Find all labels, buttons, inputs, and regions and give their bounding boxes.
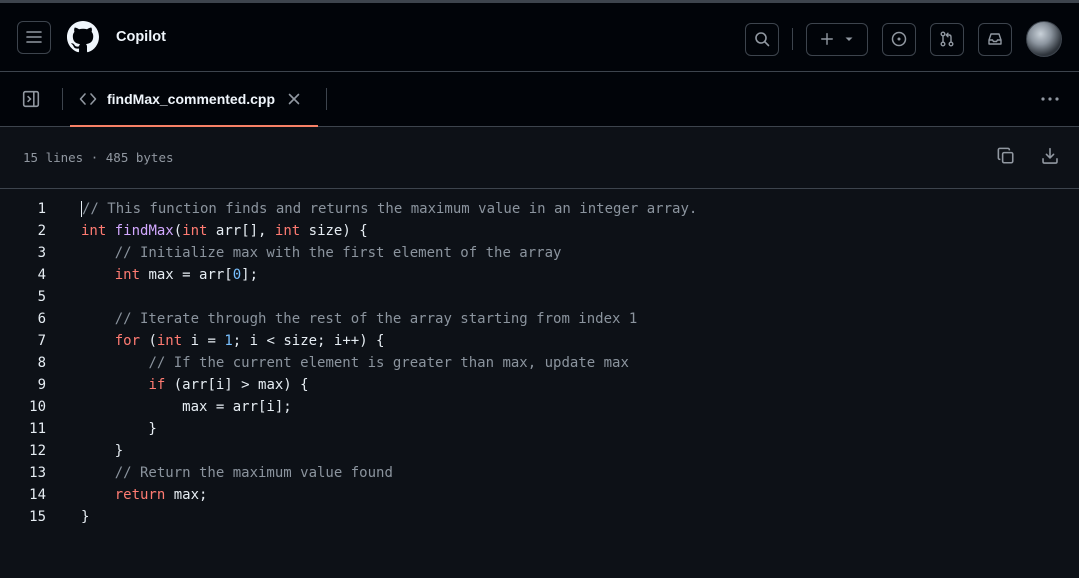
code-line: 3 // Initialize max with the first eleme…: [0, 242, 1079, 264]
file-metadata: 15 lines · 485 bytes: [23, 150, 174, 165]
code-line: 5: [0, 286, 1079, 308]
inbox-button[interactable]: [978, 22, 1012, 56]
code-line-content[interactable]: // Return the maximum value found: [81, 465, 393, 481]
tab-label: findMax_commented.cpp: [107, 91, 276, 107]
code-line: 1 // This function finds and returns the …: [0, 198, 1079, 220]
code-line-content[interactable]: // If the current element is greater tha…: [81, 355, 628, 371]
hamburger-menu-icon: [26, 31, 42, 43]
code-line-content[interactable]: }: [81, 509, 89, 525]
app-title[interactable]: Copilot: [116, 29, 166, 45]
download-button[interactable]: [1041, 147, 1059, 170]
pull-request-icon: [940, 31, 954, 47]
line-number[interactable]: 3: [0, 245, 46, 261]
create-new-button[interactable]: [806, 22, 868, 56]
code-line: 13 // Return the maximum value found: [0, 462, 1079, 484]
menu-button[interactable]: [17, 20, 51, 54]
code-line-content[interactable]: int findMax(int arr[], int size) {: [81, 223, 368, 239]
copy-icon: [997, 147, 1014, 164]
avatar[interactable]: [1026, 21, 1062, 57]
code-line: 7 for (int i = 1; i < size; i++) {: [0, 330, 1079, 352]
close-icon: [288, 93, 300, 105]
code-line-content[interactable]: }: [81, 421, 156, 437]
code-line: 8 // If the current element is greater t…: [0, 352, 1079, 374]
line-number[interactable]: 11: [0, 421, 46, 437]
file-info-bar: 15 lines · 485 bytes: [0, 127, 1079, 189]
code-line-content[interactable]: }: [81, 443, 123, 459]
line-number[interactable]: 8: [0, 355, 46, 371]
code-line-content[interactable]: // Initialize max with the first element…: [81, 245, 562, 261]
tab-divider: [62, 88, 63, 110]
kebab-horizontal-icon: [1041, 97, 1059, 101]
global-header: Copilot: [0, 3, 1079, 72]
line-number[interactable]: 1: [0, 201, 46, 217]
line-number[interactable]: 13: [0, 465, 46, 481]
code-line: 4 int max = arr[0];: [0, 264, 1079, 286]
file-tab-bar: findMax_commented.cpp: [0, 72, 1079, 127]
code-line: 15}: [0, 506, 1079, 528]
github-logo[interactable]: [67, 21, 99, 53]
download-icon: [1042, 147, 1058, 164]
header-actions: [745, 21, 1062, 57]
tab-findmax-commented[interactable]: findMax_commented.cpp: [70, 72, 319, 127]
code-line: 2 int findMax(int arr[], int size) {: [0, 220, 1079, 242]
code-line: 12 }: [0, 440, 1079, 462]
search-button[interactable]: [745, 22, 779, 56]
line-number[interactable]: 2: [0, 223, 46, 239]
chevron-down-icon: [845, 37, 853, 41]
code-view[interactable]: 1 // This function finds and returns the …: [0, 189, 1079, 528]
code-line-content[interactable]: // Iterate through the rest of the array…: [81, 311, 638, 327]
line-number[interactable]: 4: [0, 267, 46, 283]
code-line-content[interactable]: // This function finds and returns the m…: [81, 201, 697, 217]
code-line: 6 // Iterate through the rest of the arr…: [0, 308, 1079, 330]
code-line: 10 max = arr[i];: [0, 396, 1079, 418]
code-line-content[interactable]: int max = arr[0];: [81, 267, 258, 283]
line-number[interactable]: 5: [0, 289, 46, 305]
code-line-content[interactable]: if (arr[i] > max) {: [81, 377, 308, 393]
file-actions: [997, 147, 1059, 170]
code-line: 14 return max;: [0, 484, 1079, 506]
line-number[interactable]: 6: [0, 311, 46, 327]
sidebar-expand-icon: [22, 90, 40, 108]
code-line: 9 if (arr[i] > max) {: [0, 374, 1079, 396]
sidebar-toggle-button[interactable]: [0, 72, 62, 126]
search-icon: [755, 32, 770, 47]
issues-button[interactable]: [882, 22, 916, 56]
line-number[interactable]: 15: [0, 509, 46, 525]
code-line: 11 }: [0, 418, 1079, 440]
line-number[interactable]: 14: [0, 487, 46, 503]
pull-requests-button[interactable]: [930, 22, 964, 56]
code-line-content[interactable]: for (int i = 1; i < size; i++) {: [81, 333, 385, 349]
code-icon: [79, 93, 97, 105]
copy-button[interactable]: [997, 147, 1015, 170]
code-line-content[interactable]: max = arr[i];: [81, 399, 292, 415]
tab-divider: [326, 88, 328, 110]
issue-opened-icon: [891, 31, 907, 47]
line-number[interactable]: 12: [0, 443, 46, 459]
line-number[interactable]: 9: [0, 377, 46, 393]
line-number[interactable]: 7: [0, 333, 46, 349]
plus-icon: [821, 33, 833, 45]
code-line-content[interactable]: return max;: [81, 487, 208, 503]
line-number[interactable]: 10: [0, 399, 46, 415]
close-tab-button[interactable]: [288, 93, 300, 105]
header-divider: [792, 28, 793, 50]
inbox-icon: [988, 33, 1002, 45]
more-options-button[interactable]: [1040, 91, 1060, 112]
